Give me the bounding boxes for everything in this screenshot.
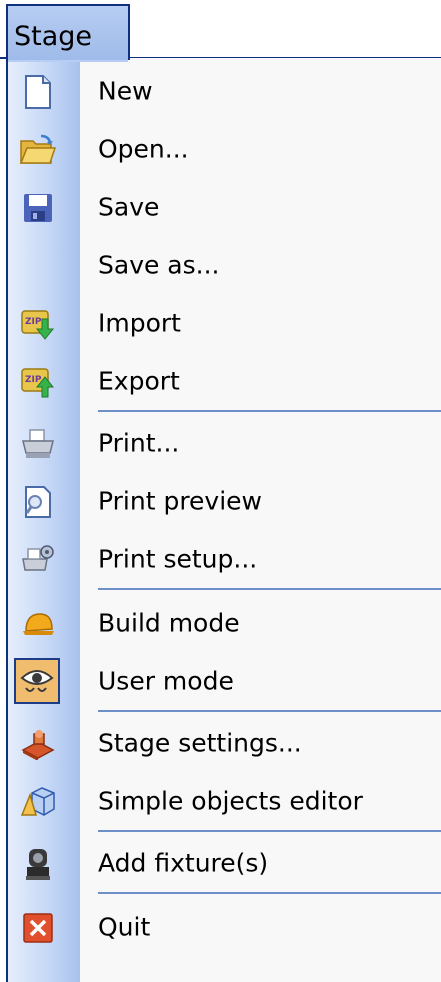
print-preview-icon (18, 482, 58, 522)
menu-item-import[interactable]: ZIP Import (8, 294, 441, 352)
menu-item-label: Save (98, 192, 160, 222)
menu-item-save-as[interactable]: Save as... (8, 236, 441, 294)
new-document-icon (18, 72, 58, 112)
menu-item-label: Build mode (98, 608, 240, 638)
menu-item-label: Import (98, 308, 181, 338)
menu-item-label: Open... (98, 134, 189, 164)
printer-icon (18, 424, 58, 464)
menu-item-label: New (98, 76, 153, 106)
menu-item-label: User mode (98, 666, 234, 696)
svg-text:ZIP: ZIP (25, 317, 42, 327)
menu-item-user-mode[interactable]: User mode (8, 652, 441, 710)
menu-item-label: Print... (98, 428, 180, 458)
stage-settings-icon (18, 724, 58, 764)
open-folder-icon (18, 130, 58, 170)
menu-item-print-preview[interactable]: Print preview (8, 472, 441, 530)
menu-separator (98, 588, 441, 590)
menu-item-export[interactable]: ZIP Export (8, 352, 441, 410)
menu-separator (98, 710, 441, 712)
menu-item-print[interactable]: Print... (8, 414, 441, 472)
menu-separator (98, 410, 441, 412)
menu-item-label: Print preview (98, 486, 263, 516)
stage-dropdown-menu: New Open... Save Save as... ZIP Import Z… (6, 58, 441, 982)
print-setup-icon (18, 540, 58, 580)
quit-close-icon (18, 908, 58, 948)
menu-stage[interactable]: Stage (6, 4, 130, 62)
menu-item-simple-objects-editor[interactable]: Simple objects editor (8, 772, 441, 830)
menu-item-save[interactable]: Save (8, 178, 441, 236)
save-floppy-icon (18, 188, 58, 228)
menu-item-label: Save as... (98, 250, 220, 280)
menu-separator (98, 892, 441, 894)
menu-item-stage-settings[interactable]: Stage settings... (8, 714, 441, 772)
objects-editor-icon (18, 782, 58, 822)
hard-hat-icon (18, 604, 58, 644)
menu-separator (98, 830, 441, 832)
menu-item-label: Export (98, 366, 180, 396)
menu-item-label: Add fixture(s) (98, 848, 269, 878)
menu-item-label: Stage settings... (98, 728, 302, 758)
menu-item-quit[interactable]: Quit (8, 898, 441, 956)
zip-export-icon: ZIP (18, 362, 58, 402)
zip-import-icon: ZIP (18, 304, 58, 344)
eye-user-mode-icon (14, 658, 60, 704)
fixture-light-icon (18, 844, 58, 884)
menu-item-build-mode[interactable]: Build mode (8, 594, 441, 652)
menu-item-add-fixtures[interactable]: Add fixture(s) (8, 834, 441, 892)
menu-item-label: Quit (98, 912, 151, 942)
menu-item-label: Print setup... (98, 544, 258, 574)
menu-item-new[interactable]: New (8, 62, 441, 120)
menu-item-print-setup[interactable]: Print setup... (8, 530, 441, 588)
menu-item-label: Simple objects editor (98, 786, 363, 816)
menu-item-open[interactable]: Open... (8, 120, 441, 178)
